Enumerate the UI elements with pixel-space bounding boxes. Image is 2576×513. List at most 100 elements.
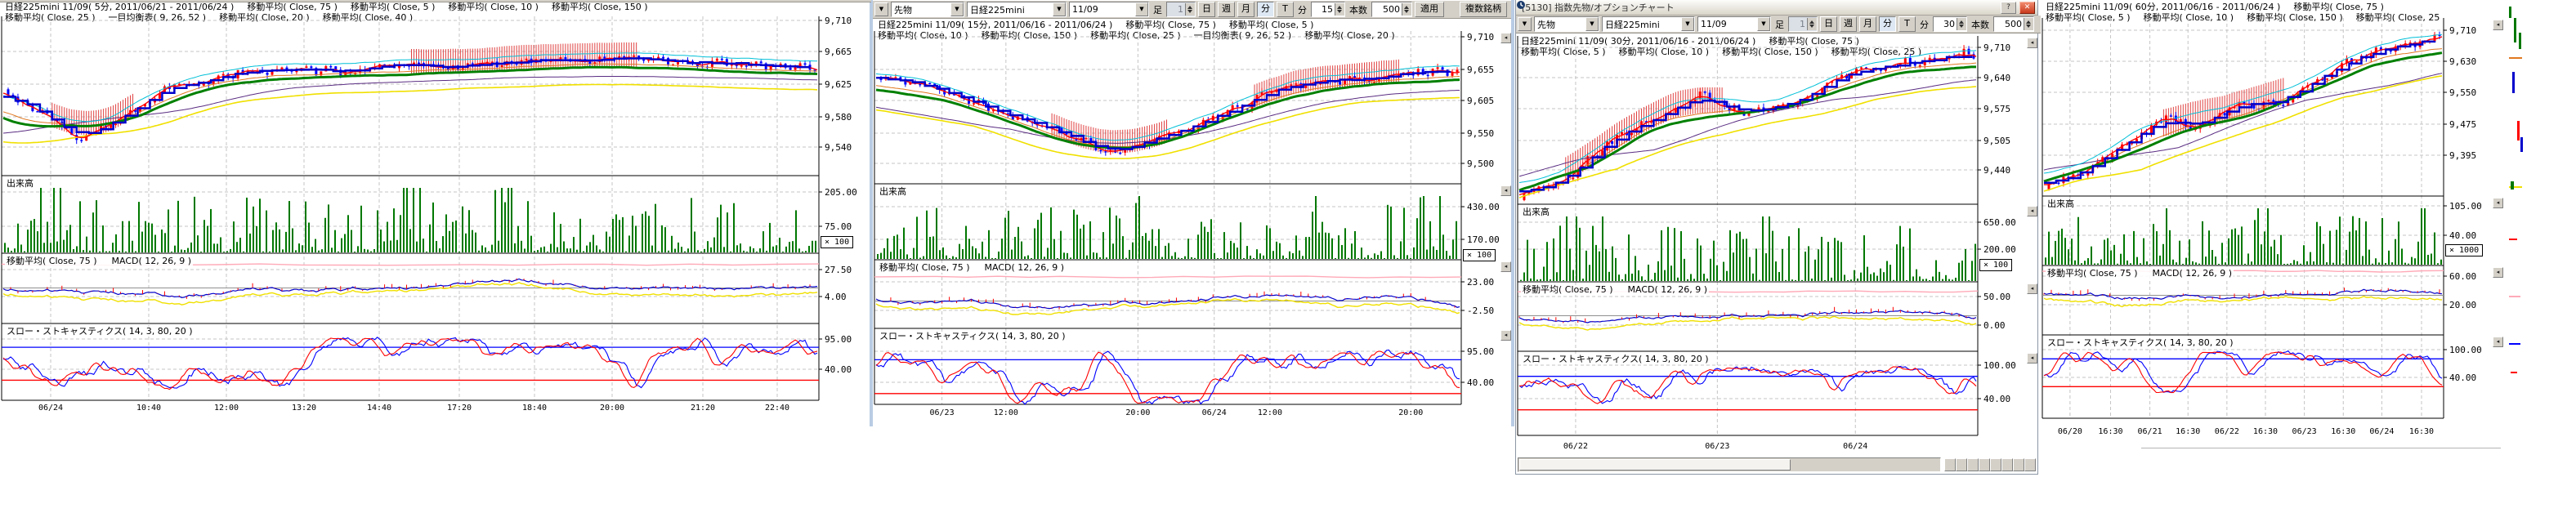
- scale-adjust-button[interactable]: ◂: [1500, 33, 1511, 43]
- x-axis-label: 06/23: [1693, 442, 1742, 451]
- macd-indicator-label: 移動平均( Close, 75 ): [2047, 269, 2138, 279]
- scale-adjust-button[interactable]: ◂: [2027, 206, 2037, 216]
- price-scale-label: 40.00: [1467, 377, 1494, 388]
- stochastics-section: [2, 337, 819, 390]
- ma-yellow-line: [1519, 87, 1976, 198]
- scale-adjust-button[interactable]: ◂: [2493, 337, 2503, 347]
- scale-multiplier-badge: × 1000: [2445, 244, 2483, 256]
- price-scale-label: 9,580: [825, 112, 852, 123]
- price-scale-label: 9,710: [1467, 32, 1494, 42]
- chart-fragment: [2512, 72, 2515, 93]
- price-scale-label: 9,710: [2449, 25, 2476, 36]
- volume-bars: [878, 196, 1456, 259]
- chart-mini-button[interactable]: [2024, 458, 2036, 471]
- stochastics-section: [874, 350, 1461, 404]
- macd-section-label: 移動平均( Close, 75 ) MACD( 12, 26, 9 ): [2046, 269, 2234, 279]
- scale-multiplier-badge: × 100: [821, 236, 853, 248]
- price-scale-label: 9,710: [1983, 42, 2010, 53]
- x-axis-label: 06/22: [1551, 442, 1600, 451]
- macd-indicator-label: MACD( 12, 26, 9 ): [2153, 269, 2233, 279]
- price-scale-label: 100.00: [2449, 345, 2482, 355]
- volume-section-label: 出来高: [5, 179, 35, 189]
- chart-canvas: [873, 0, 1511, 426]
- chart-fragment: [2511, 372, 2517, 373]
- chart-mini-button[interactable]: [2001, 458, 2013, 471]
- price-scale-label: 9,640: [1983, 73, 2010, 83]
- chart-fragment: [2509, 7, 2511, 18]
- price-scale-label: 9,550: [2449, 87, 2476, 98]
- scale-adjust-button[interactable]: ◂: [1500, 261, 1511, 272]
- scale-adjust-button[interactable]: ◂: [2027, 38, 2037, 48]
- price-scale-label: 50.00: [1983, 292, 2010, 302]
- price-scale-label: 20.00: [2449, 300, 2476, 310]
- macd-section: [2, 264, 819, 305]
- scale-adjust-button[interactable]: ◂: [1500, 185, 1511, 196]
- window-chrome-fragment: [0, 0, 871, 2]
- price-scale-label: 205.00: [825, 187, 857, 198]
- price-scale-label: -2.50: [1467, 306, 1494, 316]
- macd-indicator-label: MACD( 12, 26, 9 ): [985, 263, 1065, 273]
- price-scale-label: 9,440: [1983, 165, 2010, 176]
- price-scale-label: 430.00: [1467, 202, 1500, 212]
- chart-fragment: [2509, 343, 2520, 345]
- price-scale-label: 105.00: [2449, 201, 2482, 212]
- chart-mini-button[interactable]: [2013, 458, 2024, 471]
- price-scale-label: 23.00: [1467, 277, 1494, 288]
- price-scale-label: 9,710: [825, 16, 852, 26]
- x-axis-label: 13:20: [280, 404, 329, 413]
- ma-blue-step-line: [876, 71, 1450, 149]
- price-scale-label: 9,540: [825, 142, 852, 153]
- x-axis-label: 14:40: [355, 404, 404, 413]
- x-axis-label: 18:40: [510, 404, 559, 413]
- chart-canvas: [2041, 0, 2503, 445]
- chart-fragment: [2509, 296, 2520, 297]
- price-scale-label: 9,575: [1983, 104, 2010, 114]
- chart-fragment: [2514, 18, 2516, 42]
- chart-panel-2: ▼先物▼日経225mini▼11/09▼足1日週月分T分15本数500適用複数銘…: [873, 0, 1511, 426]
- x-axis-label: 06/24: [1190, 408, 1239, 417]
- volume-bars: [2046, 208, 2441, 265]
- x-axis-label: 21:20: [678, 404, 727, 413]
- chart-mini-button[interactable]: [1956, 458, 1967, 471]
- stochastics-section: [1518, 366, 1978, 409]
- ma-green-line: [2044, 53, 2442, 181]
- scale-adjust-button[interactable]: ◂: [2027, 283, 2037, 294]
- window-frame-edge: [870, 0, 873, 426]
- price-scale-label: 40.00: [2449, 230, 2476, 241]
- volume-section-label: 出来高: [878, 187, 908, 197]
- chart-mini-button[interactable]: [1990, 458, 2001, 471]
- chart-mini-button[interactable]: [1944, 458, 1956, 471]
- scale-adjust-button[interactable]: ◂: [2493, 20, 2503, 30]
- price-scale-label: 9,475: [2449, 119, 2476, 130]
- stochastics-section-label: スロー・ストキャスティクス( 14, 3, 80, 20 ): [1521, 355, 1711, 364]
- scale-adjust-button[interactable]: ◂: [2493, 198, 2503, 208]
- scale-adjust-button[interactable]: ◂: [2493, 267, 2503, 278]
- x-axis-label: 20:00: [1386, 408, 1435, 417]
- x-axis-label: 12:00: [202, 404, 251, 413]
- price-scale-label: 27.50: [825, 265, 852, 275]
- scrollbar-thumb[interactable]: [1519, 459, 1791, 471]
- ma-blue-step-line: [1519, 56, 1971, 191]
- chart-canvas: [1516, 0, 2037, 474]
- chart-mini-button[interactable]: [1967, 458, 1979, 471]
- macd-section-label: 移動平均( Close, 75 )MACD( 12, 26, 9 ): [878, 263, 1066, 273]
- chart-panel-3: [5130] 指数先物/オプションチャート?✕▼先物▼日経225mini▼11/…: [1516, 0, 2037, 474]
- price-scale-label: 40.00: [2449, 372, 2476, 383]
- price-scale-label: 100.00: [1983, 360, 2016, 371]
- price-scale-label: 75.00: [825, 221, 852, 232]
- macd-indicator-label: 移動平均( Close, 75 ): [7, 256, 97, 266]
- macd-section-label: 移動平均( Close, 75 )MACD( 12, 26, 9 ): [5, 256, 193, 266]
- price-scale-label: 9,550: [1467, 128, 1494, 139]
- chart-panel-1: 日経225mini 11/09( 5分, 2011/06/21 - 2011/0…: [0, 0, 871, 423]
- x-axis-label: 12:00: [982, 408, 1031, 417]
- stochastics-section-label: スロー・ストキャスティクス( 14, 3, 80, 20 ): [878, 332, 1067, 341]
- chart-mini-button[interactable]: [1979, 458, 1990, 471]
- scale-multiplier-badge: × 100: [1979, 259, 2012, 271]
- volume-section-label: 出来高: [2046, 199, 2076, 209]
- chart-fragment: [2511, 181, 2514, 190]
- chart-fragment: [2509, 57, 2522, 59]
- ma-orange-line: [1519, 63, 1976, 190]
- price-scale-label: 0.00: [1983, 320, 2006, 331]
- scale-adjust-button[interactable]: ◂: [1500, 330, 1511, 341]
- scale-adjust-button[interactable]: ◂: [2027, 353, 2037, 364]
